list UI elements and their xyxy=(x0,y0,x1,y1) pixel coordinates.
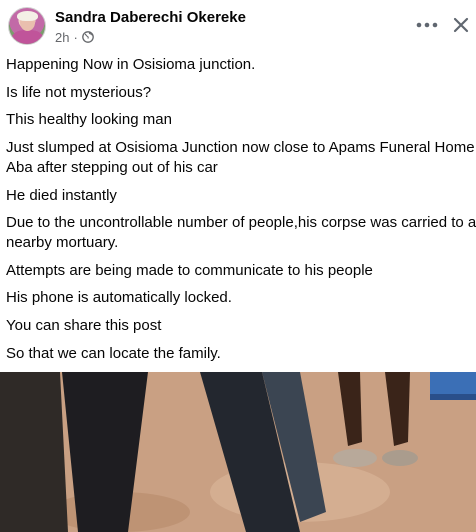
avatar[interactable] xyxy=(8,7,46,45)
close-button[interactable] xyxy=(448,12,474,38)
post-line: This healthy looking man xyxy=(6,111,172,128)
globe-icon[interactable] xyxy=(81,31,94,43)
close-icon xyxy=(453,17,469,33)
more-options-button[interactable] xyxy=(412,12,442,38)
post-line: Aba after stepping out of his car xyxy=(6,159,218,176)
dot-separator: · xyxy=(73,29,78,45)
post-line: He died instantly xyxy=(6,187,117,204)
avatar-hair-shape xyxy=(17,11,38,21)
post-header: Sandra Daberechi Okereke 2h · xyxy=(0,0,476,52)
post-line: You can share this post xyxy=(6,317,162,334)
post-meta: 2h · xyxy=(55,29,94,45)
more-horizontal-icon xyxy=(416,22,438,28)
post-line: Due to the uncontrollable number of peop… xyxy=(6,214,476,231)
post-line: Attempts are being made to communicate t… xyxy=(6,262,373,279)
post-time[interactable]: 2h xyxy=(55,30,69,45)
post-photo[interactable] xyxy=(0,372,476,532)
post-line: His phone is automatically locked. xyxy=(6,289,232,306)
post-line: So that we can locate the family. xyxy=(6,345,221,362)
post-photo-illustration xyxy=(0,372,476,532)
post-line: Just slumped at Osisioma Junction now cl… xyxy=(6,139,475,156)
post-line: Is life not mysterious? xyxy=(6,84,152,101)
post-line: nearby mortuary. xyxy=(6,234,119,251)
post-line: Happening Now in Osisioma junction. xyxy=(6,56,256,73)
avatar-body-shape xyxy=(12,30,43,44)
author-name[interactable]: Sandra Daberechi Okereke xyxy=(55,9,246,26)
